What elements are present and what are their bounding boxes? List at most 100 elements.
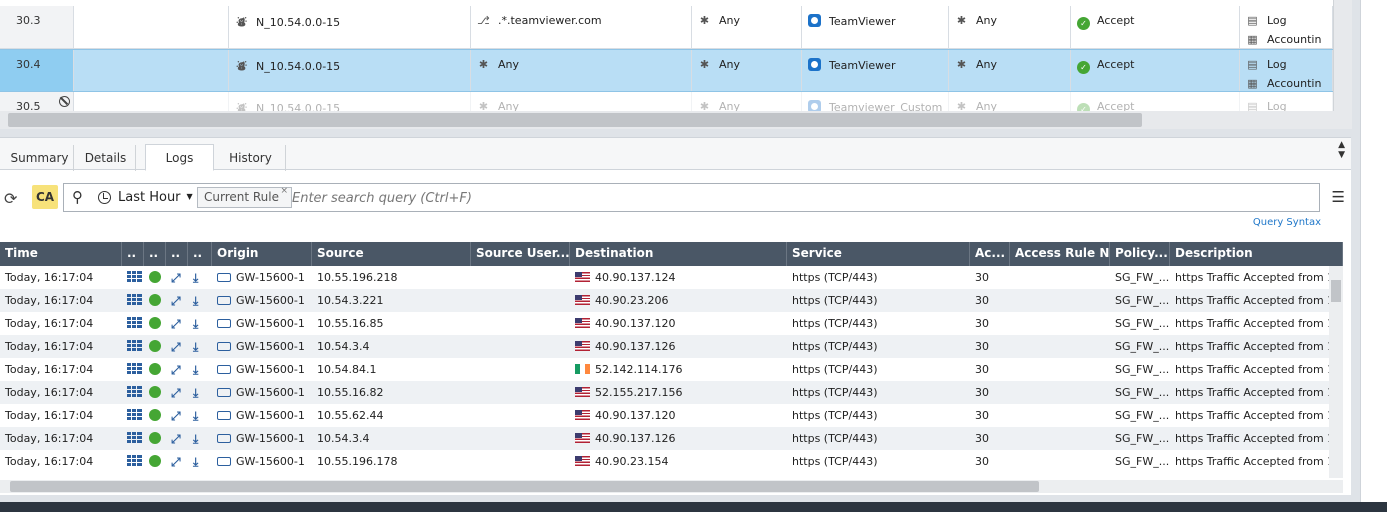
log-policy-cell: SG_FW_... xyxy=(1110,404,1170,427)
log-destination-cell: 40.90.23.154 xyxy=(570,450,787,473)
rule-vpn-cell[interactable]: ✱ Any xyxy=(692,6,802,48)
connection-path-icon: ⤢ xyxy=(171,271,181,285)
log-row[interactable]: Today, 16:17:04 ⤢ ⤓ GW-15600-1 10.54.3.4 40.9… xyxy=(0,427,1341,450)
log-row[interactable]: Today, 16:17:04 ⤢ ⤓ GW-15600-1 10.55.196.178… xyxy=(0,450,1341,473)
search-icon[interactable]: ⚲ xyxy=(72,188,83,206)
log-search-box[interactable]: ⚲ Last Hour ▼ Current Rule × xyxy=(63,183,1320,212)
column-header[interactable]: .. xyxy=(144,242,166,266)
log-row[interactable]: Today, 16:17:04 ⤢ ⤓ GW-15600-1 10.55.62.44 40… xyxy=(0,404,1341,427)
rule-destination-cell[interactable]: ⎇ .*.teamviewer.com xyxy=(471,6,692,48)
rule-source-cell[interactable]: ⛇ N_10.54.0.0-15 xyxy=(229,50,471,91)
search-input[interactable] xyxy=(292,188,1302,208)
rule-track-cell[interactable]: ▤ Log ▦ Accountin xyxy=(1240,6,1333,48)
column-header[interactable]: Source xyxy=(312,242,471,266)
us-flag-icon xyxy=(575,387,590,397)
chip-close-icon[interactable]: × xyxy=(280,186,288,196)
column-header[interactable]: .. xyxy=(188,242,212,266)
log-row[interactable]: Today, 16:17:04 ⤢ ⤓ GW-15600-1 10.54.3.221 40… xyxy=(0,289,1341,312)
log-action-cell xyxy=(144,450,166,473)
log-type-cell xyxy=(122,358,144,381)
log-row[interactable]: Today, 16:17:04 ⤢ ⤓ GW-15600-1 10.55.16.82 52… xyxy=(0,381,1341,404)
query-syntax-link[interactable]: Query Syntax xyxy=(1253,217,1321,228)
accounting-icon: ▦ xyxy=(1247,77,1258,90)
rule-services-cell[interactable]: TeamViewer xyxy=(802,50,949,91)
logs-vscroll-thumb[interactable] xyxy=(1331,280,1341,302)
rulebase-horizontal-scrollbar[interactable] xyxy=(0,111,1352,129)
clock-icon xyxy=(98,191,111,204)
log-type-cell xyxy=(122,266,144,289)
logs-horizontal-scrollbar[interactable] xyxy=(0,480,1343,493)
accept-icon xyxy=(149,363,161,375)
current-rule-filter-chip[interactable]: Current Rule × xyxy=(197,186,293,208)
log-description-cell: https Traffic Accepted from 10 xyxy=(1170,335,1343,358)
column-header[interactable]: Source User... xyxy=(471,242,570,266)
rule-name-cell[interactable] xyxy=(74,50,229,91)
download-icon: ⤓ xyxy=(193,340,199,354)
column-header[interactable]: Time xyxy=(0,242,122,266)
column-header[interactable]: Origin xyxy=(212,242,312,266)
rulebase-scroll-thumb[interactable] xyxy=(8,113,1142,127)
time-range-select[interactable]: Last Hour ▼ xyxy=(118,190,193,205)
asterisk-icon: ✱ xyxy=(699,58,710,71)
column-header[interactable]: Description xyxy=(1170,242,1343,266)
tab-history[interactable]: History xyxy=(216,145,286,171)
column-header[interactable]: Access Rule N... xyxy=(1010,242,1110,266)
rule-name-cell[interactable] xyxy=(74,6,229,48)
log-row[interactable]: Today, 16:17:04 ⤢ ⤓ GW-15600-1 10.55.16.85 40… xyxy=(0,312,1341,335)
tab-logs[interactable]: Logs xyxy=(145,144,214,171)
rule-no-cell[interactable]: 30.3 xyxy=(0,6,74,48)
column-header[interactable]: Service xyxy=(787,242,970,266)
log-row[interactable]: Today, 16:17:04 ⤢ ⤓ GW-15600-1 10.54.84.1 52.… xyxy=(0,358,1341,381)
menu-icon[interactable]: ☰ xyxy=(1332,188,1345,206)
log-row[interactable]: Today, 16:17:04 ⤢ ⤓ GW-15600-1 10.55.196.218… xyxy=(0,266,1341,289)
log-direction-cell: ⤓ xyxy=(188,358,212,381)
refresh-icon[interactable]: ⟳ xyxy=(4,189,17,208)
connection-path-icon: ⤢ xyxy=(171,363,181,377)
rule-action-cell[interactable]: ✓ Accept xyxy=(1071,6,1240,48)
rule-row[interactable]: 30.4 ⛇ N_10.54.0.0-15 ✱ Any ✱ Any TeamViewer ✱ An… xyxy=(0,49,1333,92)
gateway-icon xyxy=(217,365,231,374)
log-destination-cell-text: 40.90.23.206 xyxy=(595,294,669,307)
log-access-rule-name-cell xyxy=(1010,335,1110,358)
us-flag-icon xyxy=(575,318,590,328)
log-description-cell-text: https Traffic Accepted from 10 xyxy=(1175,386,1342,399)
log-direction-cell: ⤓ xyxy=(188,289,212,312)
rule-vpn-text: Any xyxy=(719,58,741,71)
logs-hscroll-thumb[interactable] xyxy=(10,481,1039,492)
log-access-rule-name-cell xyxy=(1010,381,1110,404)
rule-content-cell[interactable]: ✱ Any xyxy=(949,6,1071,48)
column-header[interactable]: Destination xyxy=(570,242,787,266)
tab-summary[interactable]: Summary xyxy=(6,145,74,171)
log-source-cell-text: 10.54.3.4 xyxy=(317,432,370,445)
log-row[interactable]: Today, 16:17:04 ⤢ ⤓ GW-15600-1 10.54.3.4 40.9… xyxy=(0,335,1341,358)
rule-content-cell[interactable]: ✱ Any xyxy=(949,50,1071,91)
column-header[interactable]: .. xyxy=(122,242,144,266)
gateway-icon xyxy=(217,342,231,351)
log-time-cell-text: Today, 16:17:04 xyxy=(5,432,94,445)
column-header[interactable]: .. xyxy=(166,242,188,266)
rule-services-cell[interactable]: TeamViewer xyxy=(802,6,949,48)
collapse-pane-icon[interactable]: ▲ ▼ xyxy=(1338,140,1345,160)
log-origin-cell-text: GW-15600-1 xyxy=(236,363,305,376)
rulebase-vertical-scrollbar[interactable] xyxy=(1333,0,1352,129)
logs-vertical-scrollbar[interactable] xyxy=(1329,266,1343,478)
rule-destination-cell[interactable]: ✱ Any xyxy=(471,50,692,91)
log-destination-cell-text: 40.90.137.120 xyxy=(595,317,676,330)
rule-track-text: Log xyxy=(1267,14,1287,27)
log-destination-cell-text: 40.90.137.126 xyxy=(595,432,676,445)
rule-vpn-cell[interactable]: ✱ Any xyxy=(692,50,802,91)
rule-source-cell[interactable]: ⛇ N_10.54.0.0-15 xyxy=(229,6,471,48)
column-header[interactable]: Policy... xyxy=(1110,242,1170,266)
log-time-cell: Today, 16:17:04 xyxy=(0,381,122,404)
rule-no-cell[interactable]: 30.4 xyxy=(0,50,74,91)
log-source-cell-text: 10.55.62.44 xyxy=(317,409,384,422)
rule-row[interactable]: 30.3 ⛇ N_10.54.0.0-15 ⎇ .*.teamviewer.com ✱ An… xyxy=(0,6,1333,49)
match-case-icon[interactable]: CA xyxy=(32,185,58,209)
rule-action-cell[interactable]: ✓ Accept xyxy=(1071,50,1240,91)
rule-track-cell[interactable]: ▤ Log ▦ Accountin xyxy=(1240,50,1333,91)
log-action-cell xyxy=(144,312,166,335)
rule-action-text: Accept xyxy=(1097,58,1135,71)
tab-details[interactable]: Details xyxy=(76,145,136,171)
log-type-cell xyxy=(122,404,144,427)
column-header[interactable]: Ac... xyxy=(970,242,1010,266)
